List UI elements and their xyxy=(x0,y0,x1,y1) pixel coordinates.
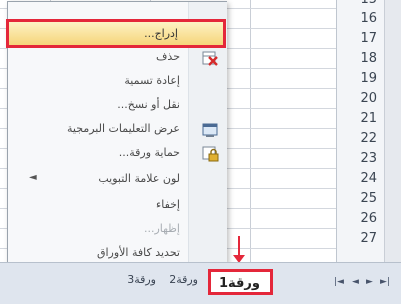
menu-item-label: لون علامة التبويب xyxy=(98,172,180,185)
menu-item-label: حذف xyxy=(156,50,180,63)
menu-item-insert[interactable]: إدراج... xyxy=(6,19,226,48)
row-number[interactable]: 26 xyxy=(337,211,377,226)
sheet-tab-context-menu: إدراج... حذف إعادة تسمية نقل أو نسخ... ع… xyxy=(6,1,227,263)
sheet-tab[interactable]: ورقة3 xyxy=(120,269,160,295)
menu-item-delete[interactable]: حذف xyxy=(9,47,225,69)
menu-item-label: نقل أو نسخ... xyxy=(117,98,180,111)
menu-item-label: حماية ورقة... xyxy=(118,146,180,159)
row-number[interactable]: 21 xyxy=(337,111,377,126)
row-number[interactable]: 15 xyxy=(337,0,377,7)
menu-item-move-or-copy[interactable]: نقل أو نسخ... xyxy=(9,95,225,117)
first-sheet-icon[interactable]: |◄ xyxy=(334,277,344,287)
row-number[interactable]: 23 xyxy=(337,151,377,166)
menu-item-label: إعادة تسمية xyxy=(124,74,180,87)
row-headers[interactable]: 15 16 17 18 19 20 21 22 23 24 25 26 27 xyxy=(336,0,385,262)
vertical-scrollbar[interactable] xyxy=(384,0,401,262)
menu-item-label: إدراج... xyxy=(144,27,178,40)
row-number[interactable]: 22 xyxy=(337,131,377,146)
row-number[interactable]: 16 xyxy=(337,11,377,26)
row-number[interactable]: 27 xyxy=(337,231,377,246)
delete-sheet-icon xyxy=(201,49,219,67)
protect-sheet-icon xyxy=(201,145,219,163)
row-number[interactable]: 24 xyxy=(337,171,377,186)
menu-item-protect-sheet[interactable]: حماية ورقة... xyxy=(9,143,225,165)
last-sheet-icon[interactable]: ►| xyxy=(380,277,390,287)
row-number[interactable]: 18 xyxy=(337,51,377,66)
previous-sheet-icon[interactable]: ◄ xyxy=(352,277,359,287)
menu-item-label: عرض التعليمات البرمجية xyxy=(67,122,180,135)
view-code-icon xyxy=(201,121,219,139)
sheet-tab-label: ورقة1 xyxy=(218,276,260,291)
menu-item-label: إظهار... xyxy=(143,222,180,235)
sheet-tab[interactable]: ورقة2 xyxy=(162,269,202,295)
menu-item-tab-color[interactable]: لون علامة التبويب ◄ xyxy=(9,169,225,191)
sheet-tab-active[interactable]: ورقة1 xyxy=(208,269,273,295)
menu-item-unhide: إظهار... xyxy=(9,219,225,241)
sheet-tab-label: ورقة3 xyxy=(127,273,156,286)
menu-item-view-code[interactable]: عرض التعليمات البرمجية xyxy=(9,119,225,141)
submenu-arrow-icon: ◄ xyxy=(29,172,37,183)
menu-item-label: إخفاء xyxy=(156,198,180,211)
row-number[interactable]: 25 xyxy=(337,191,377,206)
row-number[interactable]: 20 xyxy=(337,91,377,106)
row-number[interactable]: 19 xyxy=(337,71,377,86)
next-sheet-icon[interactable]: ► xyxy=(366,277,373,287)
sheet-tab-bar: ورقة3 ورقة2 ورقة1 |◄ ◄ ► ►| xyxy=(0,262,401,304)
menu-item-hide[interactable]: إخفاء xyxy=(9,195,225,217)
menu-item-rename[interactable]: إعادة تسمية xyxy=(9,71,225,93)
menu-item-label: تحديد كافة الأوراق xyxy=(96,246,180,259)
row-number[interactable]: 17 xyxy=(337,31,377,46)
sheet-tab-label: ورقة2 xyxy=(169,273,198,286)
